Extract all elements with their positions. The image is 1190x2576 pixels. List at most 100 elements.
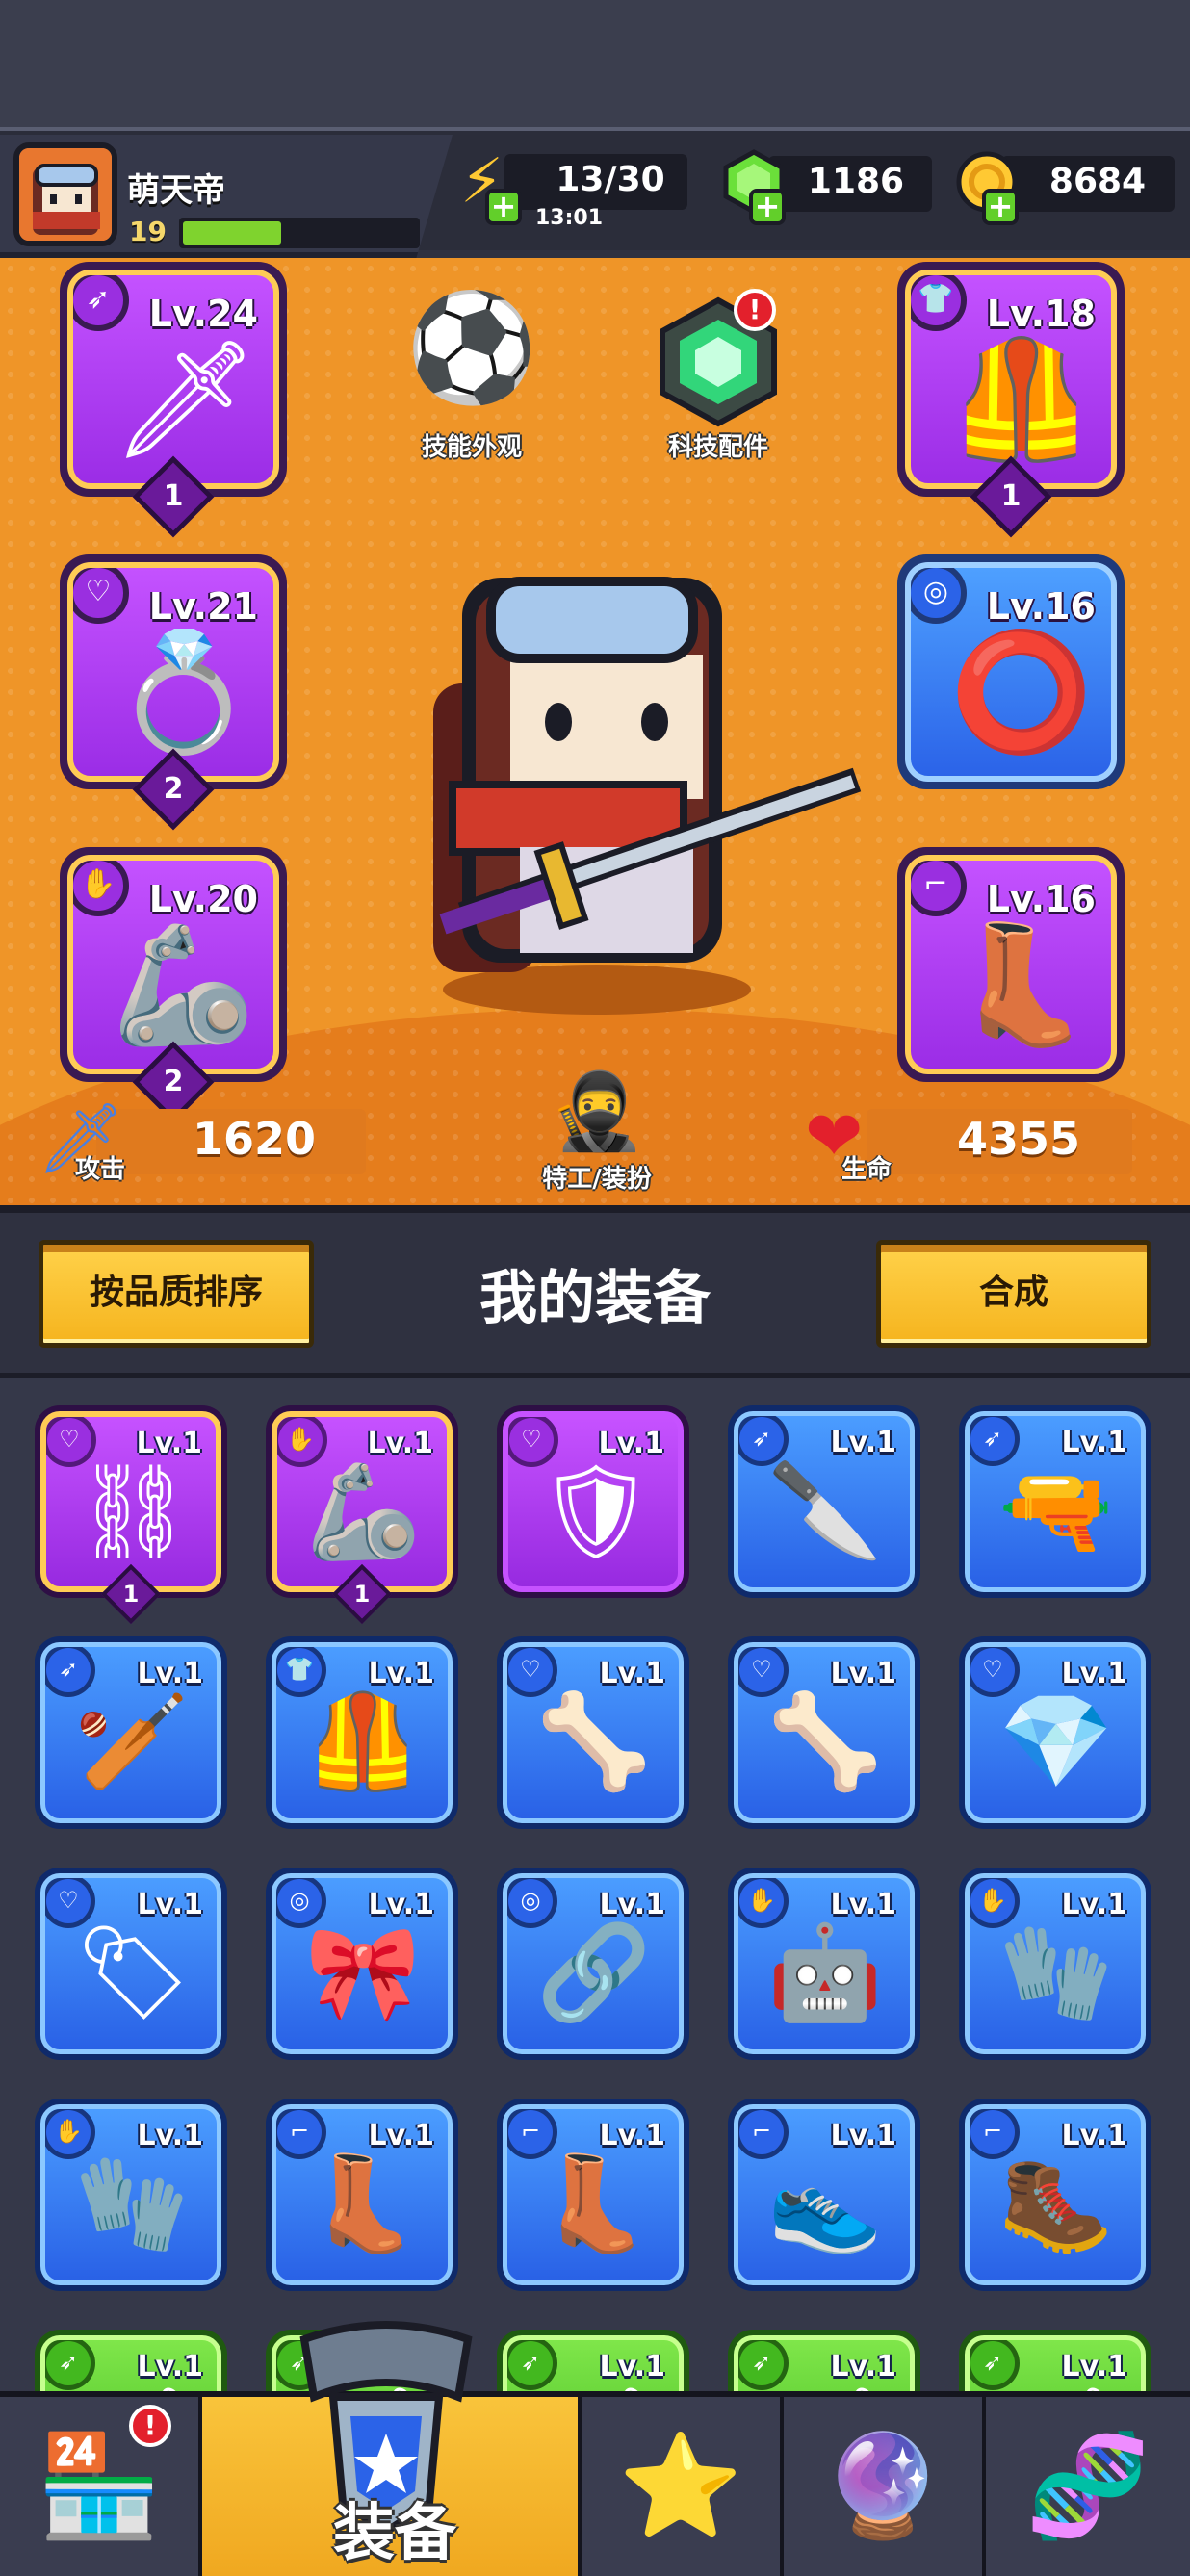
kunai-icon: 🔪 xyxy=(767,1456,883,1564)
inventory-item[interactable]: ⌐ Lv.1 👟 xyxy=(728,2099,920,2291)
shop-notification-badge: ! xyxy=(129,2405,171,2447)
item-level: Lv.1 xyxy=(599,2119,666,2152)
item-level: Lv.1 xyxy=(1061,2119,1128,2152)
crossed-swords-star-icon: ⭐ xyxy=(618,2427,743,2544)
baseball-bat-icon: 🏏 xyxy=(74,1687,190,1795)
slot-level: Lv.24 xyxy=(148,293,258,335)
item-level: Lv.1 xyxy=(367,1427,434,1460)
section-title: 我的装备 xyxy=(479,1265,711,1332)
power-glove-icon: 🦾 xyxy=(112,918,256,1052)
emerald-necklace-icon: 💎 xyxy=(998,1687,1114,1795)
inventory-item[interactable]: ♡ Lv.1 🦴 xyxy=(497,1636,689,1829)
slot-level: Lv.16 xyxy=(986,585,1096,628)
item-level: Lv.1 xyxy=(137,2119,204,2152)
camo-glove-icon: 🧤 xyxy=(998,1919,1114,2026)
attack-label: 攻击 xyxy=(75,1155,126,1184)
inventory-item[interactable]: ⌐ Lv.1 🥾 xyxy=(959,2099,1151,2291)
slot-level: Lv.16 xyxy=(986,878,1096,920)
agent-face-icon xyxy=(19,148,112,241)
energy-add-button[interactable]: + xyxy=(485,189,522,225)
belt-icon: ⭕ xyxy=(949,626,1094,760)
gem-ring-icon: 💍 xyxy=(112,626,256,760)
inventory-item[interactable]: ➶ Lv.1 🔪 xyxy=(728,1405,920,1598)
skin-appearance-label: 技能外观 xyxy=(421,433,522,462)
item-level: Lv.1 xyxy=(1061,1657,1128,1690)
inventory-item[interactable]: ⌐ Lv.1 👢 xyxy=(266,2099,458,2291)
dog-tag-icon: 🏷 xyxy=(74,1919,192,2026)
inventory-item[interactable]: ◎ Lv.1 🔗 xyxy=(497,1868,689,2060)
attack-value: 1620 xyxy=(193,1113,317,1165)
skin-appearance-button[interactable]: ⚽ xyxy=(404,295,539,400)
item-level: Lv.1 xyxy=(599,2350,666,2383)
item-level: Lv.1 xyxy=(1061,1888,1128,1921)
tab-talent[interactable]: 🔮 xyxy=(784,2397,986,2576)
energy-timer: 13:01 xyxy=(535,206,604,230)
buckle-belt-icon: 🔗 xyxy=(536,1919,652,2026)
inventory-item[interactable]: ♡ Lv.1 🦴 xyxy=(728,1636,920,1829)
shop-icon: 🏪 xyxy=(37,2427,162,2544)
spiked-collar-icon: ⛓ xyxy=(75,1457,193,1565)
merge-button[interactable]: 合成 xyxy=(876,1240,1151,1348)
robot-glove-icon: 🤖 xyxy=(767,1919,883,2026)
item-level: Lv.1 xyxy=(1061,2350,1128,2383)
item-level: Lv.1 xyxy=(368,1657,435,1690)
equip-slot-belt[interactable]: ◎ Lv.16 ⭕ xyxy=(897,554,1125,789)
bone-necklace-icon: 🦴 xyxy=(536,1687,652,1795)
dna-capsule-icon: 🧬 xyxy=(1025,2427,1151,2544)
item-level: Lv.1 xyxy=(830,2119,897,2152)
slot-level: Lv.18 xyxy=(986,293,1096,335)
boot-type-icon: ⌐ xyxy=(911,861,967,916)
gem-add-button[interactable]: + xyxy=(749,189,786,225)
tab-heroes[interactable]: ⭐ xyxy=(582,2397,784,2576)
inventory-item[interactable]: 👕 Lv.1 🦺 xyxy=(266,1636,458,1829)
tech-parts-label: 科技配件 xyxy=(667,433,768,462)
inventory-item[interactable]: ◎ Lv.1 🎀 xyxy=(266,1868,458,2060)
combat-boot-icon: 🥾 xyxy=(998,2150,1114,2257)
xp-bar-fill xyxy=(183,221,281,245)
inventory-item[interactable]: ✋ Lv.1 🧤 xyxy=(959,1868,1151,2060)
sneaker-icon: 👟 xyxy=(767,2150,883,2257)
tab-shop[interactable]: 🏪 xyxy=(0,2397,202,2576)
sort-by-quality-button[interactable]: 按品质排序 xyxy=(39,1240,314,1348)
weapon-type-icon: ➶ xyxy=(73,275,129,331)
coin-add-button[interactable]: + xyxy=(982,189,1019,225)
item-level: Lv.1 xyxy=(598,1427,665,1460)
inventory-item[interactable]: ✋ Lv.1 🤖 xyxy=(728,1868,920,2060)
item-level: Lv.1 xyxy=(599,1657,666,1690)
inventory-item[interactable]: ➶ Lv.1 🔫 xyxy=(959,1405,1151,1598)
glove-type-icon: ✋ xyxy=(73,861,129,916)
equip-slot-boots[interactable]: ⌐ Lv.16 👢 xyxy=(897,847,1125,1082)
tab-equipment-label: 装备 xyxy=(333,2498,456,2569)
revolver-icon: 🔫 xyxy=(998,1456,1114,1564)
item-level: Lv.1 xyxy=(368,1888,435,1921)
inventory-item[interactable]: ♡ Lv.1 💎 xyxy=(959,1636,1151,1829)
mech-glove-icon: 🦾 xyxy=(306,1457,422,1565)
bone-necklace-icon: 🦴 xyxy=(767,1687,883,1795)
brown-boot-icon: 👢 xyxy=(536,2150,652,2257)
belt-type-icon: ◎ xyxy=(911,568,967,624)
inventory-item[interactable]: ⌐ Lv.1 👢 xyxy=(497,2099,689,2291)
player-avatar[interactable] xyxy=(13,142,117,246)
soccer-ball-hat-icon: ⚽ xyxy=(405,286,538,409)
star-orb-icon: 🔮 xyxy=(820,2427,945,2544)
agent-character[interactable] xyxy=(404,558,867,1020)
agent-outfit-button[interactable]: 🥷 xyxy=(539,1074,655,1149)
inventory-item[interactable]: ✋ Lv.1 🧤 xyxy=(35,2099,227,2291)
tab-evolve[interactable]: 🧬 xyxy=(986,2397,1190,2576)
armor-type-icon: 👕 xyxy=(911,275,967,331)
inventory-item[interactable]: ♡ Lv.1 🛡 xyxy=(497,1405,689,1598)
item-level: Lv.1 xyxy=(137,1657,204,1690)
inventory-item[interactable]: ➶ Lv.1 🏏 xyxy=(35,1636,227,1829)
agent-outfit-label: 特工/装扮 xyxy=(542,1165,652,1194)
chest-armor-icon: 🦺 xyxy=(305,1687,421,1795)
item-level: Lv.1 xyxy=(830,1657,897,1690)
hp-label: 生命 xyxy=(841,1155,892,1184)
armor-vest-icon: 🦺 xyxy=(949,333,1094,467)
boot-icon: 👢 xyxy=(949,918,1094,1052)
machete-icon: 🗡 xyxy=(112,333,259,467)
inventory-item[interactable]: ♡ Lv.1 🏷 xyxy=(35,1868,227,2060)
item-level: Lv.1 xyxy=(137,1888,204,1921)
energy-value: 13/30 xyxy=(556,160,665,199)
player-name: 萌天帝 xyxy=(127,171,225,210)
item-level: Lv.1 xyxy=(830,1888,897,1921)
